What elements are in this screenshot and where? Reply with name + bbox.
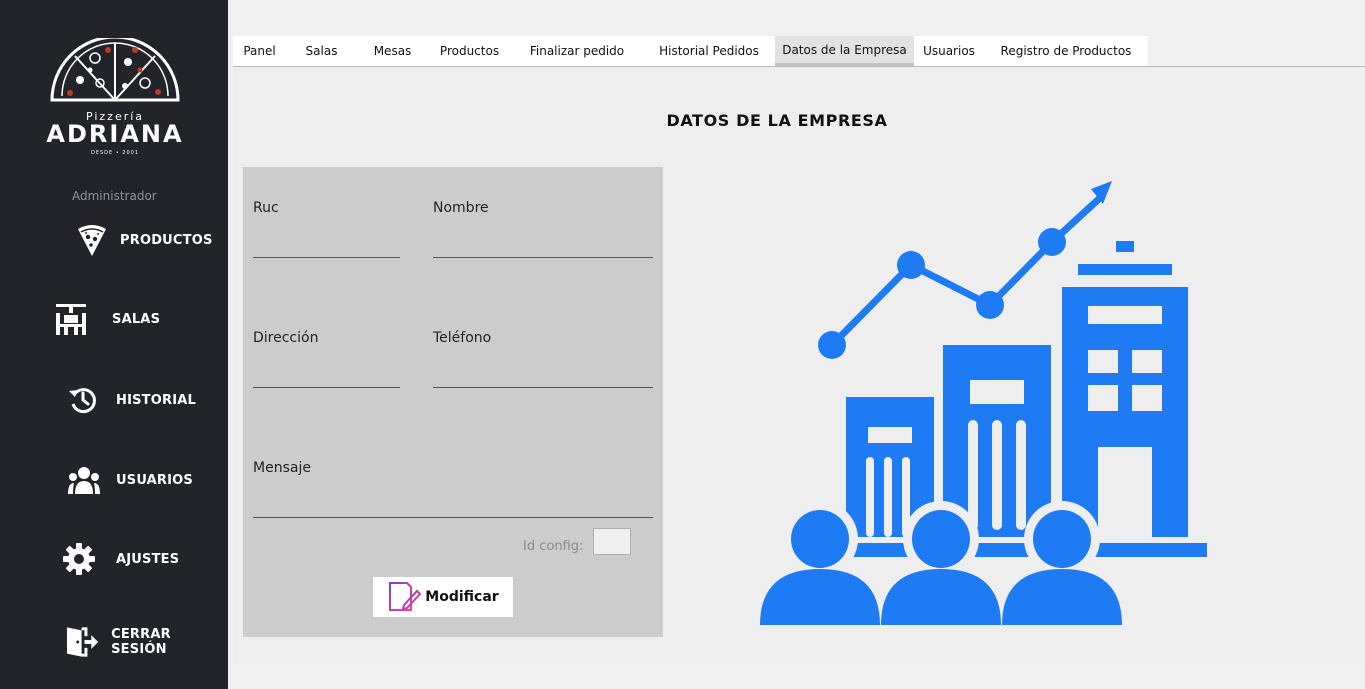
sidebar-item-label: CERRAR SESIÓN <box>111 627 171 657</box>
sidebar-item-usuarios[interactable]: USUARIOS <box>68 465 193 495</box>
history-icon <box>69 388 96 414</box>
tab-historial-pedidos[interactable]: Historial Pedidos <box>643 36 775 66</box>
sidebar-item-label: PRODUCTOS <box>120 232 213 248</box>
logout-icon <box>66 627 99 657</box>
ruc-field[interactable] <box>253 233 404 257</box>
company-form: Ruc Nombre Dirección Teléfono Mensaje Id… <box>243 167 663 637</box>
idconfig-label: Id config: <box>523 539 584 554</box>
tab-panel[interactable]: Panel <box>233 36 286 66</box>
tab-registro-productos[interactable]: Registro de Productos <box>984 36 1148 66</box>
sidebar: Pizzería ADRIANA DESDE • 2001 Administra… <box>0 0 228 689</box>
sidebar-item-label: AJUSTES <box>116 551 180 567</box>
modificar-label: Modificar <box>425 589 499 605</box>
role-label: Administrador <box>72 189 157 203</box>
tab-finalizar-pedido[interactable]: Finalizar pedido <box>511 36 643 66</box>
direccion-field[interactable] <box>253 363 404 387</box>
sidebar-item-salas[interactable]: SALAS <box>54 302 160 336</box>
pizzeria-logo: Pizzería ADRIANA DESDE • 2001 <box>46 38 183 156</box>
tab-usuarios[interactable]: Usuarios <box>914 36 984 66</box>
telefono-underline <box>433 387 653 388</box>
mensaje-label: Mensaje <box>253 460 311 476</box>
sidebar-item-ajustes[interactable]: AJUSTES <box>63 543 179 575</box>
tab-productos[interactable]: Productos <box>428 36 511 66</box>
pizza-icon <box>78 225 106 256</box>
nombre-underline <box>433 257 653 258</box>
svg-text:DESDE • 2001: DESDE • 2001 <box>91 150 139 156</box>
nombre-field[interactable] <box>433 233 657 257</box>
idconfig-field[interactable] <box>593 528 631 555</box>
ruc-underline <box>253 257 400 258</box>
mensaje-field[interactable] <box>253 493 657 517</box>
tab-mesas[interactable]: Mesas <box>357 36 428 66</box>
tab-salas[interactable]: Salas <box>286 36 357 66</box>
tab-datos-empresa[interactable]: Datos de la Empresa <box>775 36 914 66</box>
company-growth-illustration <box>758 181 1207 627</box>
sidebar-item-label: USUARIOS <box>116 472 193 488</box>
page-title: DATOS DE LA EMPRESA <box>666 111 888 130</box>
modificar-button[interactable]: Modificar <box>373 577 513 617</box>
mensaje-underline <box>253 517 653 518</box>
direccion-underline <box>253 387 400 388</box>
sidebar-item-historial[interactable]: HISTORIAL <box>68 385 196 415</box>
sidebar-item-label: SALAS <box>112 311 161 327</box>
sidebar-item-label: HISTORIAL <box>116 392 196 408</box>
nombre-label: Nombre <box>433 200 489 216</box>
svg-text:ADRIANA: ADRIANA <box>46 120 183 148</box>
sidebar-item-cerrar-sesion[interactable]: CERRAR SESIÓN <box>66 626 228 658</box>
users-icon <box>68 467 100 494</box>
sidebar-item-productos[interactable]: PRODUCTOS <box>76 223 213 257</box>
telefono-field[interactable] <box>433 363 657 387</box>
telefono-label: Teléfono <box>433 330 492 346</box>
gear-icon <box>63 543 95 575</box>
table-icon <box>56 304 86 335</box>
direccion-label: Dirección <box>253 330 319 346</box>
tab-bar: Panel Salas Mesas Productos Finalizar pe… <box>233 36 1148 66</box>
ruc-label: Ruc <box>253 200 279 216</box>
edit-document-icon <box>389 582 422 611</box>
